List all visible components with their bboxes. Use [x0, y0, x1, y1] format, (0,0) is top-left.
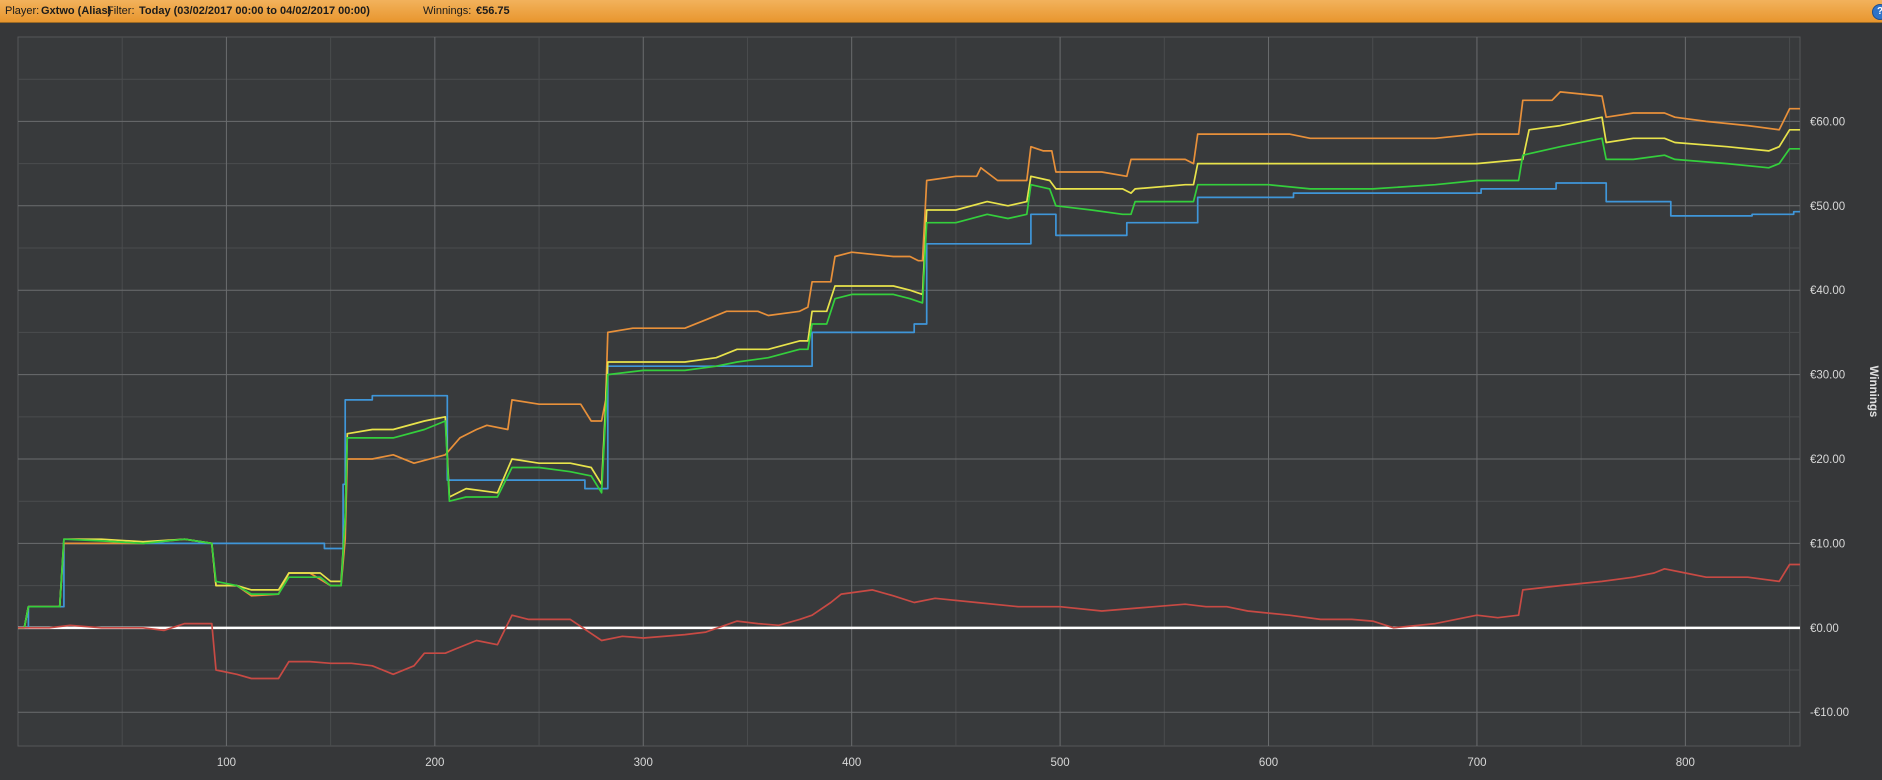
filter-label: Filter:	[107, 5, 135, 17]
y-tick-label: €20.00	[1810, 454, 1845, 466]
x-tick-label: 400	[842, 757, 861, 769]
y-tick-label: €0.00	[1810, 623, 1839, 635]
x-tick-label: 200	[425, 757, 444, 769]
x-tick-label: 300	[634, 757, 653, 769]
y-tick-label: -€10.00	[1810, 707, 1849, 719]
y-axis-label: Winnings	[1867, 366, 1879, 418]
y-tick-label: €50.00	[1810, 201, 1845, 213]
x-tick-label: 100	[217, 757, 236, 769]
x-tick-label: 700	[1467, 757, 1486, 769]
y-tick-label: €60.00	[1810, 116, 1845, 128]
filter-value: Today (03/02/2017 00:00 to 04/02/2017 00…	[139, 5, 370, 17]
y-tick-label: €30.00	[1810, 370, 1845, 382]
header-bar: Player: Gxtwo (Alias) Filter: Today (03/…	[0, 0, 1882, 23]
y-tick-label: €10.00	[1810, 538, 1845, 550]
player-label: Player:	[5, 5, 40, 17]
player-value: Gxtwo (Alias)	[41, 5, 112, 17]
plot-area	[17, 36, 1801, 747]
winnings-chart: 100 200 300 400 500 600 700 800 -€10.00 €0.00 €10.…	[17, 36, 1879, 769]
winnings-value: €56.75	[476, 5, 510, 17]
x-tick-label: 500	[1051, 757, 1070, 769]
x-tick-label: 600	[1259, 757, 1278, 769]
help-icon[interactable]: ?	[1872, 4, 1882, 20]
winnings-label: Winnings:	[423, 5, 472, 17]
y-tick-label: €40.00	[1810, 285, 1845, 297]
x-tick-label: 800	[1676, 757, 1695, 769]
